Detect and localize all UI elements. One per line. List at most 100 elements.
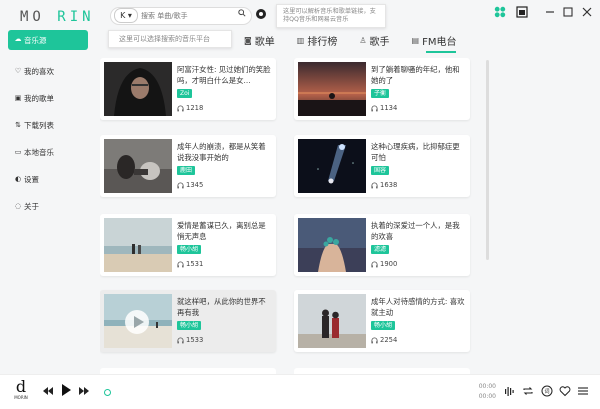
play-count-value: 1134	[380, 104, 398, 112]
host-tag[interactable]: 畅小胡	[371, 321, 396, 330]
tab-fm-radio[interactable]: ▤ FM电台	[412, 31, 457, 53]
host-tag[interactable]: Zoi	[177, 89, 193, 98]
minimize-icon[interactable]	[544, 6, 556, 18]
player-logo: d MORIN	[12, 379, 30, 405]
link-parse-icon[interactable]	[256, 9, 266, 19]
play-icon[interactable]	[60, 383, 72, 397]
time-display: 00:00 00:00	[476, 382, 496, 402]
equalizer-icon[interactable]	[504, 385, 516, 397]
radio-card[interactable]: 执着的深爱过一个人，是我的欢喜 滤滤 1900	[294, 214, 470, 276]
sidebar-item-favorites[interactable]: ♡ 我的喜欢	[8, 62, 88, 80]
tab-label: 歌单	[254, 36, 275, 48]
cover-image	[104, 62, 172, 116]
repeat-icon[interactable]	[522, 385, 534, 397]
maximize-icon[interactable]	[562, 6, 574, 18]
headphones-icon	[177, 337, 184, 343]
previous-icon[interactable]	[42, 385, 54, 397]
sidebar: ☁ 音乐源 ♡ 我的喜欢 ▣ 我的歌单 ⇅ 下载列表 ▭ 本地音乐 ◐ 设置 ◌…	[8, 30, 88, 224]
lyrics-icon[interactable]: 词	[541, 385, 553, 397]
logo-accent: RIN	[57, 9, 95, 25]
sidebar-item-label: 音乐源	[24, 35, 47, 45]
host-tag[interactable]: 国容	[371, 166, 390, 175]
playlist-icon: ◙	[244, 35, 252, 45]
sidebar-item-label: 关于	[24, 201, 39, 211]
mini-mode-icon[interactable]	[516, 6, 528, 18]
search-icon[interactable]	[238, 9, 246, 17]
sidebar-item-label: 本地音乐	[24, 147, 54, 157]
logo-small-text: MORIN	[14, 395, 28, 400]
download-icon: ⇅	[15, 121, 21, 129]
radio-card[interactable]: 到了躺着聊骚的年纪，他和她的了 子衡 1134	[294, 58, 470, 120]
sidebar-item-music-source[interactable]: ☁ 音乐源	[8, 30, 88, 50]
favorite-heart-icon[interactable]	[559, 385, 571, 397]
cover-image	[298, 139, 366, 193]
cover-image	[104, 218, 172, 272]
computer-icon: ▭	[14, 148, 22, 156]
tab-playlists[interactable]: ◙ 歌单	[244, 31, 275, 49]
host-tag[interactable]: 滤滤	[371, 245, 390, 254]
radio-card[interactable]: 这种心理疾病，比抑郁症更可怕 国容 1638	[294, 135, 470, 197]
play-overlay-icon[interactable]	[124, 309, 150, 335]
source-tooltip: 这里可以选择搜索的音乐平台	[108, 30, 232, 48]
source-switch[interactable]: K ▾	[114, 8, 138, 23]
scrollbar[interactable]	[486, 60, 489, 260]
host-tag[interactable]: 子衡	[371, 89, 390, 98]
radio-card[interactable]: 就这样吧，从此你的世界不再有我 畅小胡 1533	[100, 290, 276, 352]
time-current: 00:00	[478, 383, 496, 390]
radio-card[interactable]: 阿富汗女性: 见过她们的笑脸吗，才明白什么是女... Zoi 1218	[100, 58, 276, 120]
headphones-icon	[371, 105, 378, 111]
sidebar-item-label: 我的歌单	[24, 93, 54, 103]
host-tag[interactable]: 畅小胡	[177, 245, 202, 254]
card-title: 就这样吧，从此你的世界不再有我	[177, 297, 266, 317]
chart-icon: ▥	[296, 35, 305, 45]
time-total: 00:00	[478, 393, 496, 400]
play-count-value: 1218	[186, 104, 204, 112]
toggle-icon: ◐	[14, 175, 22, 183]
cover-image	[298, 294, 366, 348]
tab-label: 歌手	[369, 36, 390, 48]
sidebar-item-about[interactable]: ◌ 关于	[8, 197, 88, 215]
progress-handle[interactable]	[104, 389, 111, 396]
play-count-value: 1638	[380, 181, 398, 189]
play-count-value: 1900	[380, 260, 398, 268]
radio-card[interactable]: 爱情是蓄谋已久，离别总是悄无声息 畅小胡 1531	[100, 214, 276, 276]
theme-icon[interactable]	[494, 6, 506, 18]
sidebar-item-label: 我的喜欢	[24, 66, 54, 76]
app-logo: MO RIN	[20, 9, 95, 25]
close-icon[interactable]	[581, 6, 593, 18]
next-icon[interactable]	[78, 385, 90, 397]
host-tag[interactable]: 鹿田	[177, 166, 196, 175]
app-window: MO RIN K ▾ 这里可以解析音乐和歌单链接，支持QQ音乐和网易云音乐 这里…	[0, 0, 600, 409]
category-tabs: ◙ 歌单 ▥ 排行榜 ♙ 歌手 ▤ FM电台	[244, 31, 457, 53]
radio-card[interactable]: 成年人对待感情的方式: 喜欢就主动 畅小胡 2254	[294, 290, 470, 352]
play-count: 1900	[371, 260, 397, 268]
tab-singers[interactable]: ♙ 歌手	[359, 31, 389, 49]
headphones-icon	[177, 261, 184, 267]
sidebar-item-playlists[interactable]: ▣ 我的歌单	[8, 89, 88, 107]
card-title: 这种心理疾病，比抑郁症更可怕	[371, 142, 460, 162]
host-tag[interactable]: 畅小胡	[177, 321, 202, 330]
info-icon: ◌	[14, 202, 22, 210]
logo-d-icon: d	[15, 377, 27, 396]
singer-icon: ♙	[359, 35, 367, 45]
search-input[interactable]	[141, 10, 231, 22]
play-count-value: 1533	[186, 336, 204, 344]
link-parse-tooltip: 这里可以解析音乐和歌单链接，支持QQ音乐和网易云音乐	[276, 4, 386, 28]
radio-card[interactable]: 成年人的崩溃，都是从笑着说我没事开始的 鹿田 1345	[100, 135, 276, 197]
play-count: 1218	[177, 104, 203, 112]
sidebar-item-downloads[interactable]: ⇅ 下载列表	[8, 116, 88, 134]
playlist-icon: ▣	[14, 94, 22, 102]
queue-list-icon[interactable]	[577, 385, 589, 397]
cover-image	[298, 62, 366, 116]
sidebar-item-settings[interactable]: ◐ 设置	[8, 170, 88, 188]
sidebar-item-local-music[interactable]: ▭ 本地音乐	[8, 143, 88, 161]
tab-charts[interactable]: ▥ 排行榜	[297, 31, 338, 49]
play-count: 1638	[371, 181, 397, 189]
play-count-value: 2254	[380, 336, 398, 344]
cloud-icon: ☁	[14, 35, 22, 43]
card-title: 爱情是蓄谋已久，离别总是悄无声息	[177, 221, 266, 241]
play-count: 2254	[371, 336, 397, 344]
headphones-icon	[371, 337, 378, 343]
tab-label: FM电台	[422, 36, 457, 48]
card-title: 执着的深爱过一个人，是我的欢喜	[371, 221, 460, 241]
